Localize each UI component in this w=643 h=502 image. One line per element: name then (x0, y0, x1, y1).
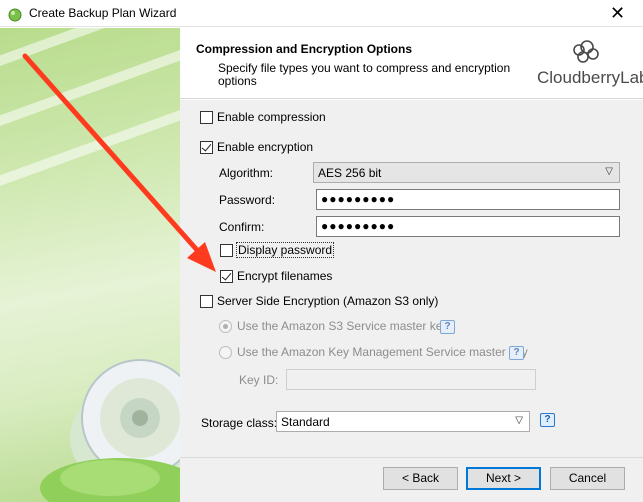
back-button[interactable]: < Back (383, 467, 458, 490)
key-id-label: Key ID: (239, 373, 279, 387)
display-password-checkbox[interactable] (220, 244, 233, 257)
confirm-label: Confirm: (219, 220, 265, 234)
s3-master-key-label[interactable]: Use the Amazon S3 Service master key (237, 319, 448, 333)
disc-illustration (0, 28, 180, 502)
wizard-content: Enable compression Enable encryption Alg… (180, 100, 643, 502)
encrypt-filenames-checkbox[interactable] (220, 270, 233, 283)
storage-class-select[interactable]: Standard ▽ (276, 411, 530, 432)
enable-encryption-label[interactable]: Enable encryption (217, 140, 313, 154)
server-side-encryption-label[interactable]: Server Side Encryption (Amazon S3 only) (217, 294, 438, 308)
storage-class-label: Storage class: (201, 416, 278, 430)
server-side-encryption-checkbox[interactable] (200, 295, 213, 308)
title-bar: Create Backup Plan Wizard ✕ (0, 0, 643, 27)
window-title: Create Backup Plan Wizard (29, 6, 177, 20)
wizard-header: Compression and Encryption Options Speci… (180, 28, 643, 99)
footer-divider (180, 457, 643, 458)
wizard-side-banner (0, 28, 180, 502)
chevron-down-icon: ▽ (605, 166, 613, 177)
page-title: Compression and Encryption Options (196, 42, 413, 56)
algorithm-label: Algorithm: (219, 166, 274, 180)
kms-master-key-radio[interactable] (219, 346, 232, 359)
next-button[interactable]: Next > (466, 467, 541, 490)
enable-encryption-checkbox[interactable] (200, 141, 213, 154)
help-icon[interactable]: ? (509, 346, 524, 360)
cloudberry-logo: CloudberryLab (535, 38, 643, 93)
enable-compression-checkbox[interactable] (200, 111, 213, 124)
help-icon[interactable]: ? (440, 320, 455, 334)
cancel-button[interactable]: Cancel (550, 467, 625, 490)
help-icon[interactable]: ? (540, 413, 555, 427)
cloudberry-app-icon (8, 8, 22, 22)
kms-master-key-label[interactable]: Use the Amazon Key Management Service ma… (237, 345, 528, 359)
cloudberry-logo-icon (573, 40, 599, 63)
page-subtitle: Specify file types you want to compress … (218, 61, 511, 88)
encrypt-filenames-label[interactable]: Encrypt filenames (237, 269, 332, 283)
password-field[interactable]: ●●●●●●●●● (316, 189, 620, 210)
confirm-password-field[interactable]: ●●●●●●●●● (316, 216, 620, 237)
s3-master-key-radio[interactable] (219, 320, 232, 333)
storage-class-value: Standard (281, 415, 330, 429)
logo-text: CloudberryLab (537, 68, 643, 87)
close-button[interactable]: ✕ (592, 0, 643, 27)
password-label: Password: (219, 193, 276, 207)
chevron-down-icon: ▽ (515, 415, 523, 426)
algorithm-select[interactable]: AES 256 bit ▽ (313, 162, 620, 183)
key-id-field[interactable] (286, 369, 536, 390)
algorithm-value: AES 256 bit (318, 166, 382, 180)
enable-compression-label[interactable]: Enable compression (217, 110, 326, 124)
display-password-label[interactable]: Display password (235, 242, 335, 258)
